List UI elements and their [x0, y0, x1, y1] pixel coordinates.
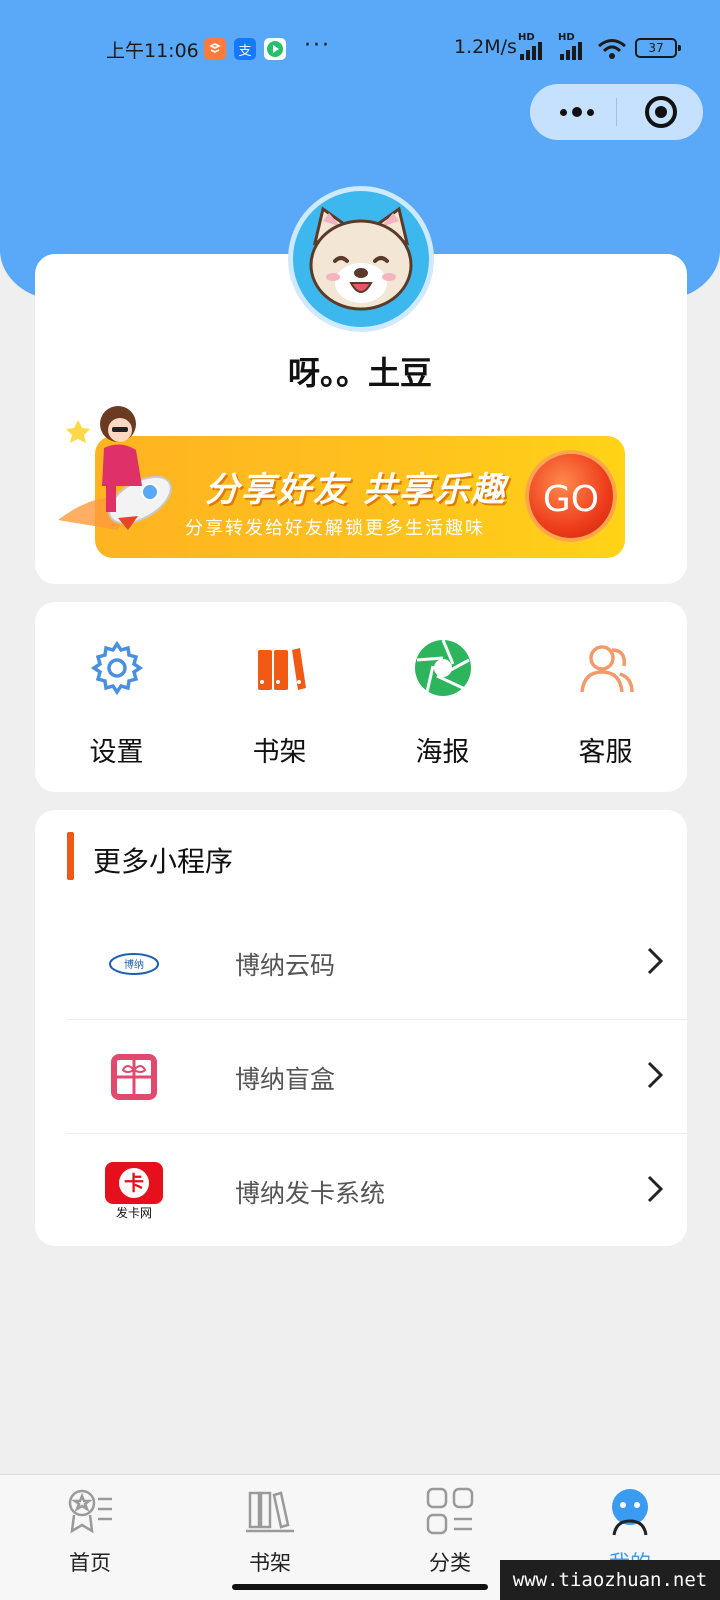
- bona-yunma-logo: 博纳: [105, 934, 163, 992]
- home-indicator[interactable]: [232, 1584, 488, 1590]
- chevron-right-icon: [645, 1174, 665, 1204]
- mini-program-label: 博纳发卡系统: [235, 1179, 386, 1208]
- menu-item-settings[interactable]: 设置: [35, 602, 198, 792]
- signal-hd-label: HD: [518, 32, 535, 43]
- svg-text:博纳: 博纳: [124, 958, 144, 971]
- books-icon: [244, 1485, 296, 1537]
- chevron-right-icon: [645, 946, 665, 976]
- card-logo-glyph: 卡: [119, 1168, 149, 1198]
- banner-go-button[interactable]: GO: [525, 450, 617, 542]
- video-icon: [264, 38, 286, 60]
- signal-icon: HD: [518, 32, 546, 60]
- tab-label-bookshelf: 书架: [249, 1551, 291, 1575]
- more-options-button[interactable]: [552, 84, 602, 140]
- mini-program-row[interactable]: 博纳盲盒: [67, 1020, 687, 1134]
- signal-hd-label-2: HD: [558, 32, 575, 43]
- wifi-icon: [597, 38, 627, 65]
- section-title: 更多小程序: [93, 845, 234, 878]
- watermark: www.tiaozhuan.net: [500, 1560, 720, 1600]
- username: 呀。。土豆: [287, 354, 432, 392]
- mini-program-capsule: [530, 84, 703, 140]
- mini-program-label: 博纳云码: [235, 951, 336, 980]
- mini-program-row[interactable]: 博纳 博纳云码: [67, 906, 687, 1020]
- card-logo-badge: 卡: [105, 1162, 163, 1204]
- category-icon: [424, 1485, 476, 1537]
- close-mini-program-button[interactable]: [645, 96, 677, 128]
- menu-label-customer-service: 客服: [578, 737, 633, 768]
- alipay-icon: 支: [234, 38, 256, 60]
- aperture-icon: [413, 638, 473, 698]
- network-speed: 1.2M/s: [454, 36, 517, 58]
- mini-program-row[interactable]: 卡 发卡网 博纳发卡系统: [67, 1134, 687, 1248]
- tab-bookshelf[interactable]: 书架: [180, 1475, 360, 1600]
- menu-item-customer-service[interactable]: 客服: [524, 602, 687, 792]
- banner-title: 分享好友 共享乐趣: [205, 470, 507, 510]
- status-time: 上午11:06: [106, 40, 199, 62]
- taobao-icon: [204, 38, 226, 60]
- banner-subtitle: 分享转发给好友解锁更多生活趣味: [185, 518, 485, 539]
- signal-icon-2: HD: [558, 32, 586, 60]
- section-accent-bar: [67, 832, 74, 880]
- menu-label-poster: 海报: [415, 737, 470, 768]
- quick-menu-card: 设置 书架 海报 客服: [35, 602, 687, 792]
- rocket-girl-illustration: [58, 400, 178, 550]
- battery-icon: 37: [635, 38, 681, 58]
- card-logo: 卡 发卡网: [105, 1162, 163, 1220]
- mini-program-label: 博纳盲盒: [235, 1065, 336, 1094]
- chevron-right-icon: [645, 1060, 665, 1090]
- gift-box-icon: [105, 1048, 163, 1106]
- avatar[interactable]: [288, 186, 434, 332]
- menu-item-poster[interactable]: 海报: [361, 602, 524, 792]
- customer-service-icon: [576, 638, 636, 698]
- bookshelf-icon: [250, 638, 310, 698]
- gear-icon: [87, 638, 147, 698]
- more-notifications: ···: [304, 33, 331, 58]
- tab-label-home: 首页: [69, 1551, 111, 1575]
- capsule-divider: [616, 98, 617, 126]
- card-logo-caption: 发卡网: [115, 1206, 152, 1220]
- menu-label-bookshelf: 书架: [252, 737, 307, 768]
- home-icon: [64, 1485, 116, 1537]
- mini-programs-card: 更多小程序 博纳 博纳云码 博纳盲盒 卡 发卡网 博纳发卡系统: [35, 810, 687, 1246]
- profile-icon: [604, 1485, 656, 1537]
- menu-label-settings: 设置: [89, 737, 144, 768]
- menu-item-bookshelf[interactable]: 书架: [198, 602, 361, 792]
- tab-home[interactable]: 首页: [0, 1475, 180, 1600]
- status-bar: 上午11:06 支 ··· 1.2M/s HD HD 37: [0, 30, 720, 70]
